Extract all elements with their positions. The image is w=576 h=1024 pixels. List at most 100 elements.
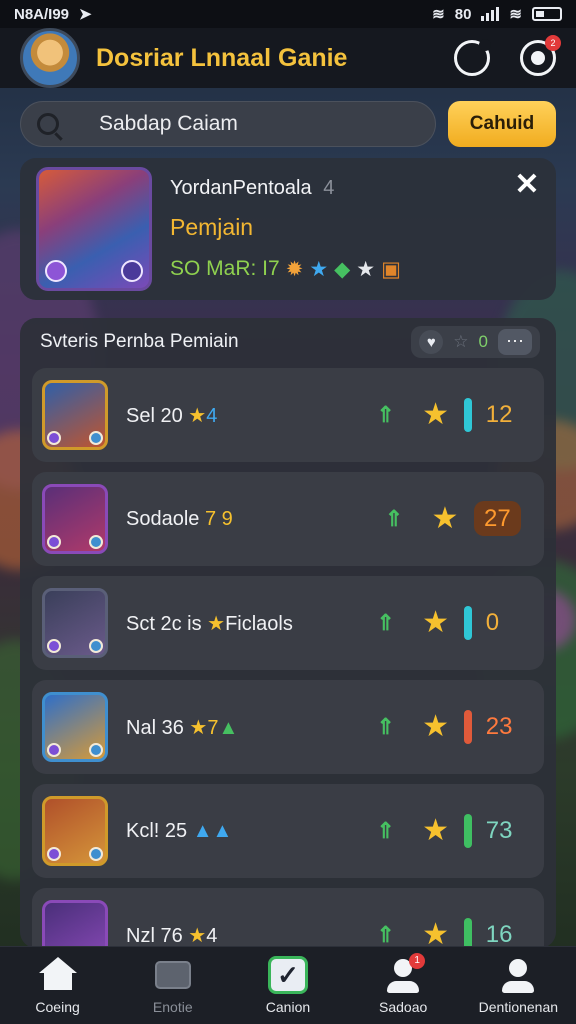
star-icon: ★ (207, 612, 226, 635)
trend-bar (464, 710, 472, 744)
avatar[interactable] (20, 28, 80, 88)
more-button[interactable]: ··· (498, 329, 532, 355)
leaderboard-title: Svteris Pernba Pemiain (40, 331, 239, 352)
star-icon: ★ (422, 918, 450, 949)
player-score: 27 (474, 501, 521, 536)
notification-badge: 2 (545, 35, 561, 51)
player-name: Sct 2c is ★Ficlaols (126, 612, 293, 635)
star-icon: ★ (422, 606, 450, 639)
shield-icon: ▣ (381, 257, 401, 281)
arrows-up-icon: ▲▲ (192, 819, 233, 842)
nav-item-tasks[interactable]: ✓ Canion (233, 955, 343, 1015)
close-button[interactable]: ✕ (514, 170, 540, 200)
trend-bar (464, 814, 472, 848)
app-header: Dosriar Lnnaal Ganie 2 (0, 28, 576, 88)
star-icon: ★ (189, 716, 208, 739)
rank-up-icon: ⇑ (376, 714, 395, 739)
player-score: 12 (485, 401, 513, 428)
search-icon (37, 113, 59, 135)
bottom-nav: Coeing Enotie ✓ Canion 1 Sadoao Dentione… (0, 946, 576, 1024)
player-avatar (42, 900, 108, 948)
leaderboard-row[interactable]: Sodaole 7 9 ⇑ ★ 27 (32, 472, 544, 566)
status-bar: N8A/I99 ➤ ≋ 80 ≋ (0, 0, 576, 28)
player-name: Kcl! 25 ▲▲ (126, 819, 233, 842)
settings-icon[interactable]: 2 (520, 35, 561, 76)
blue-star-icon: ★ (309, 257, 329, 281)
player-name: Sodaole 7 9 (126, 507, 233, 530)
rank-up-icon: ⇑ (376, 922, 395, 947)
search-button[interactable]: Cahuid (448, 101, 556, 147)
player-score: 73 (485, 817, 513, 844)
tool-count: 0 (478, 332, 488, 351)
featured-name-suffix: 4 (323, 176, 335, 199)
profile-icon: 1 (383, 952, 426, 993)
nav-badge: 1 (409, 952, 426, 969)
chest-icon (153, 957, 193, 993)
nav-item-profile[interactable]: 1 Sadoao (348, 952, 458, 1015)
gem-icon: ◆ (334, 257, 351, 281)
rank-up-icon: ⇑ (376, 610, 395, 635)
leaderboard-row[interactable]: Kcl! 25 ▲▲ ⇑ ★ 73 (32, 784, 544, 878)
white-star-icon: ★ (356, 257, 376, 281)
player-avatar (42, 796, 108, 866)
account-icon (498, 957, 538, 993)
nav-label: Sadoao (379, 998, 428, 1015)
status-time: N8A/I99 (14, 5, 70, 23)
player-name: Nal 36 ★7▲ (126, 716, 239, 739)
star-icon: ★ (422, 814, 450, 847)
class-badge-icon (45, 260, 67, 282)
heart-icon[interactable]: ♥ (419, 330, 444, 354)
leaderboard-row[interactable]: Sct 2c is ★Ficlaols ⇑ ★ 0 (32, 576, 544, 670)
featured-info: YordanPentoala 4 Pemjain SO MaR: I7 ✹ ★ … (170, 177, 540, 282)
star-icon: ★ (422, 398, 450, 431)
player-score: 0 (485, 609, 500, 636)
rank-up-icon: ⇑ (384, 506, 404, 531)
signal-icon (481, 7, 500, 21)
trend-bar (464, 606, 472, 640)
rank-up-icon: ⇑ (376, 818, 395, 843)
player-score: 16 (485, 921, 513, 948)
check-icon: ✓ (267, 955, 308, 994)
search-box[interactable] (20, 101, 436, 147)
featured-card[interactable]: YordanPentoala 4 Pemjain SO MaR: I7 ✹ ★ … (20, 158, 556, 300)
star-icon: ★ (188, 924, 207, 947)
leaderboard-row[interactable]: Sel 20 ★4 ⇑ ★ 12 (32, 368, 544, 462)
weapon-badge-icon (121, 260, 143, 282)
search-input[interactable] (99, 112, 379, 136)
star-icon: ★ (431, 502, 459, 535)
wifi-icon-2: ≋ (509, 6, 522, 23)
gear-icon: ✹ (285, 257, 304, 281)
featured-hero-art (36, 167, 152, 291)
player-avatar (42, 380, 108, 450)
leaderboard-row[interactable]: Nal 36 ★7▲ ⇑ ★ 23 (32, 680, 544, 774)
leaderboard-header: Svteris Pernba Pemiain ♥ ☆ 0 ··· (20, 318, 556, 366)
battery-icon (532, 7, 562, 21)
nav-label: Dentionenan (478, 998, 559, 1015)
status-value: 80 (454, 5, 472, 23)
leaderboard-tools: ♥ ☆ 0 ··· (411, 326, 540, 358)
rank-up-icon: ⇑ (376, 402, 395, 427)
player-name: Sel 20 ★4 (126, 404, 218, 427)
star-outline-icon[interactable]: ☆ (453, 332, 468, 352)
featured-role: Pemjain (170, 213, 254, 240)
star-icon: ★ (422, 710, 450, 743)
nav-item-account[interactable]: Dentionenan (463, 957, 573, 1015)
player-name: Nzl 76 ★4 (126, 924, 218, 947)
arrow-up-icon: ▲ (218, 716, 239, 739)
featured-stats-text: SO MaR: I7 (170, 257, 280, 280)
leaderboard-panel: Svteris Pernba Pemiain ♥ ☆ 0 ··· Sel 20 … (20, 318, 556, 948)
player-score: 23 (485, 713, 513, 740)
score-pill: 27 (474, 501, 521, 536)
player-avatar (42, 692, 108, 762)
star-icon: ★ (188, 404, 207, 427)
nav-label: Enotie (152, 998, 193, 1015)
featured-name: YordanPentoala 4 (170, 176, 335, 199)
leaderboard-row[interactable]: Nzl 76 ★4 ⇑ ★ 16 (32, 888, 544, 948)
location-icon: ➤ (79, 6, 92, 23)
nav-label: Canion (265, 998, 311, 1015)
nav-item-home[interactable]: Coeing (3, 956, 113, 1015)
nav-label: Coeing (35, 998, 80, 1015)
player-avatar (42, 484, 108, 554)
nav-item-inventory[interactable]: Enotie (118, 957, 228, 1015)
refresh-icon[interactable] (454, 39, 491, 76)
